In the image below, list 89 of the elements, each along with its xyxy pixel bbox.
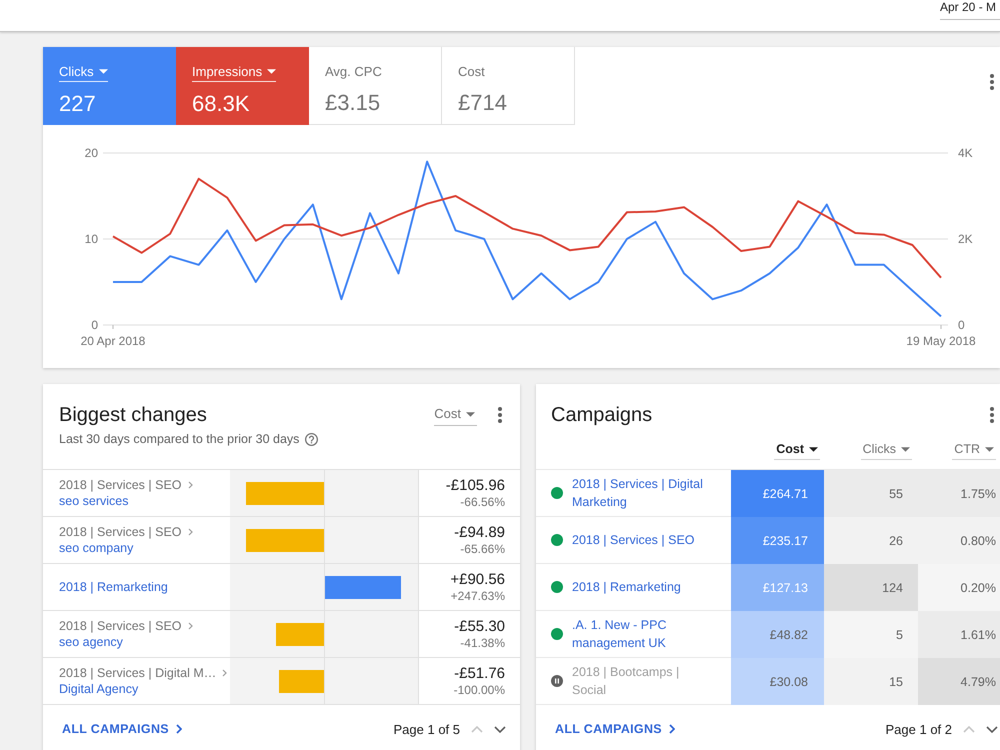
campaign-path: 2018 | Services | SEO: [59, 524, 182, 540]
chevron-right-icon: [176, 724, 182, 734]
metric-dropdown[interactable]: Impressions: [192, 63, 276, 82]
campaign-link[interactable]: .A. 1. New - PPC management UK: [572, 616, 712, 652]
card-title: Campaigns: [551, 403, 652, 427]
chevron-right-icon: [668, 724, 675, 734]
table-cell: £127.13: [731, 564, 824, 611]
card-title: Biggest changes: [59, 403, 208, 427]
metric-value: £3.15: [325, 90, 380, 116]
change-percent: -66.56%: [460, 495, 505, 509]
table-cell: 1.61%: [918, 611, 1000, 658]
table-cell: £48.82: [731, 611, 824, 658]
caret-icon: [985, 446, 994, 452]
change-percent: +247.63%: [450, 589, 505, 603]
metric-tile[interactable]: Cost £714: [442, 47, 575, 125]
metric-value: £714: [458, 90, 507, 116]
axis-label: 0: [958, 318, 965, 332]
campaign-link[interactable]: 2018 | Bootcamps | Social: [572, 663, 712, 699]
campaign-path: 2018 | Services | Digital M…: [59, 665, 216, 681]
table-cell: 4.79%: [918, 658, 1000, 705]
axis-label: 4K: [958, 146, 973, 160]
campaign-link[interactable]: 2018 | Services | SEO: [572, 531, 695, 549]
axis-label: 0: [91, 318, 98, 332]
table-cell: 26: [824, 517, 918, 564]
keyword-link[interactable]: seo services: [59, 493, 230, 509]
table-cell: 55: [824, 470, 918, 517]
table-cell: £30.08: [731, 658, 824, 705]
metric-tile[interactable]: Impressions 68.3K: [176, 47, 309, 125]
table-cell: 0.80%: [918, 517, 1000, 564]
axis-label: 10: [84, 232, 98, 246]
change-amount: -£51.76: [454, 665, 505, 683]
axis-label: 20: [84, 146, 98, 160]
metric-dropdown[interactable]: Cost: [434, 406, 477, 426]
table-cell: £264.71: [731, 470, 824, 517]
campaign-path: 2018 | Services | SEO: [59, 477, 182, 493]
metric-dropdown[interactable]: Clicks: [59, 63, 108, 82]
more-options-icon[interactable]: [990, 407, 994, 423]
caret-icon: [809, 446, 818, 452]
chevron-down-icon[interactable]: [986, 726, 998, 732]
change-percent: -100.00%: [454, 683, 505, 697]
page-indicator: Page 1 of 5: [394, 722, 460, 736]
campaign-path: 2018 | Services | SEO: [59, 618, 182, 634]
chevron-right-icon: [188, 528, 193, 536]
axis-label: 19 May 2018: [906, 334, 976, 348]
more-options-icon[interactable]: [498, 407, 502, 423]
keyword-link[interactable]: Digital Agency: [59, 681, 230, 697]
axis-label: 20 Apr 2018: [80, 334, 146, 348]
caret-icon: [901, 446, 910, 452]
metric-value: 68.3K: [192, 91, 250, 117]
campaign-link[interactable]: 2018 | Services | Digital Marketing: [572, 475, 712, 511]
page-indicator: Page 1 of 2: [886, 722, 952, 736]
change-amount: +£90.56: [450, 571, 505, 589]
help-icon[interactable]: [305, 432, 318, 446]
sort-header[interactable]: CTR: [952, 441, 996, 460]
keyword-link[interactable]: seo agency: [59, 634, 230, 650]
change-amount: -£55.30: [454, 618, 505, 636]
all-campaigns-link[interactable]: ALL CAMPAIGNS: [62, 722, 182, 736]
caret-icon: [267, 69, 276, 74]
chevron-right-icon: [188, 622, 193, 630]
table-cell: 0.20%: [918, 564, 1000, 611]
caret-icon: [466, 412, 475, 416]
campaign-link[interactable]: 2018 | Remarketing: [59, 579, 230, 595]
card-subtitle: Last 30 days compared to the prior 30 days: [59, 431, 300, 447]
metric-value: 227: [59, 91, 96, 117]
caret-icon: [98, 69, 108, 74]
sort-header[interactable]: Clicks: [860, 441, 912, 460]
metric-label: Cost: [458, 63, 485, 81]
more-options-icon[interactable]: [990, 74, 994, 90]
table-cell: 124: [824, 564, 918, 611]
change-amount: -£105.96: [446, 477, 505, 495]
table-cell: 5: [824, 611, 918, 658]
change-percent: -41.38%: [460, 636, 505, 650]
table-cell: £235.17: [731, 517, 824, 564]
sort-header[interactable]: Cost: [774, 441, 820, 460]
all-campaigns-link[interactable]: ALL CAMPAIGNS: [555, 722, 675, 736]
campaign-link[interactable]: 2018 | Remarketing: [572, 578, 681, 596]
keyword-link[interactable]: seo company: [59, 540, 230, 556]
axis-label: 2K: [958, 232, 973, 246]
change-percent: -65.66%: [460, 542, 505, 556]
metric-tile[interactable]: Clicks 227: [43, 47, 176, 125]
chevron-right-icon: [222, 669, 228, 677]
metric-label: Avg. CPC: [325, 63, 382, 81]
table-cell: 1.75%: [918, 470, 1000, 517]
metric-tile[interactable]: Avg. CPC £3.15: [309, 47, 442, 125]
table-cell: 15: [824, 658, 918, 705]
chevron-down-icon[interactable]: [494, 726, 506, 732]
chevron-right-icon: [188, 481, 193, 489]
date-range-dropdown[interactable]: Apr 20 - M: [940, 0, 1000, 20]
change-amount: -£94.89: [454, 524, 505, 542]
